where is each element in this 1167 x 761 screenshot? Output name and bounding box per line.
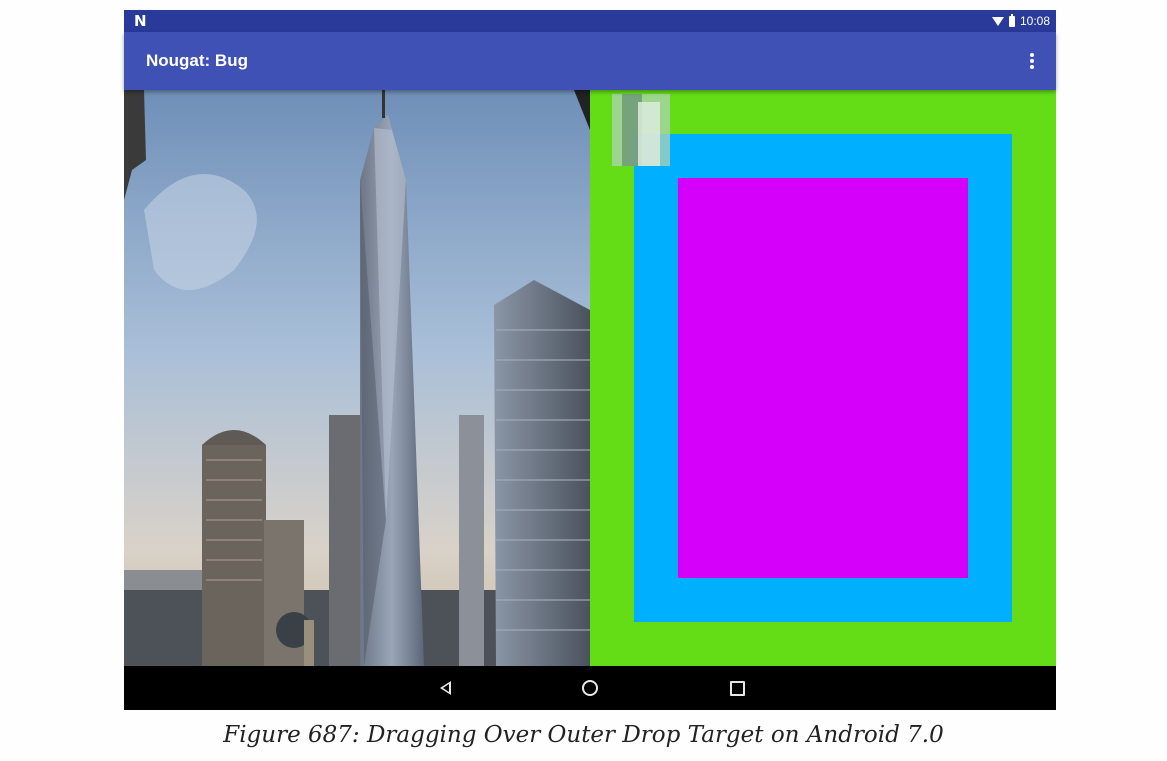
more-vert-icon[interactable]	[1030, 53, 1034, 69]
middle-drop-target[interactable]	[634, 134, 1012, 622]
status-bar: N 10:08	[124, 10, 1056, 32]
drag-shadow-icon[interactable]	[612, 94, 670, 166]
recents-icon	[729, 680, 745, 696]
figure-caption: Figure 687: Dragging Over Outer Drop Tar…	[223, 722, 944, 748]
inner-drop-target[interactable]	[678, 178, 968, 578]
status-icons: 10:08	[991, 13, 1050, 29]
recents-button[interactable]	[727, 678, 747, 698]
battery-icon	[1008, 13, 1015, 27]
photo-image	[124, 90, 590, 666]
app-title: Nougat: Bug	[146, 51, 248, 70]
home-button[interactable]	[580, 678, 600, 698]
navigation-bar	[124, 666, 1056, 710]
back-icon	[439, 681, 451, 695]
content-area	[124, 90, 1056, 666]
status-time: 10:08	[1019, 14, 1050, 28]
nougat-notification-icon: N	[134, 12, 147, 30]
skyscraper-photo[interactable]	[124, 90, 590, 666]
home-icon	[582, 680, 598, 696]
device-screen: N 10:08 Nougat: Bug	[124, 10, 1056, 710]
wifi-icon	[991, 16, 1004, 26]
back-button[interactable]	[435, 678, 455, 698]
app-bar: Nougat: Bug	[124, 32, 1056, 90]
outer-drop-target[interactable]	[590, 90, 1056, 666]
